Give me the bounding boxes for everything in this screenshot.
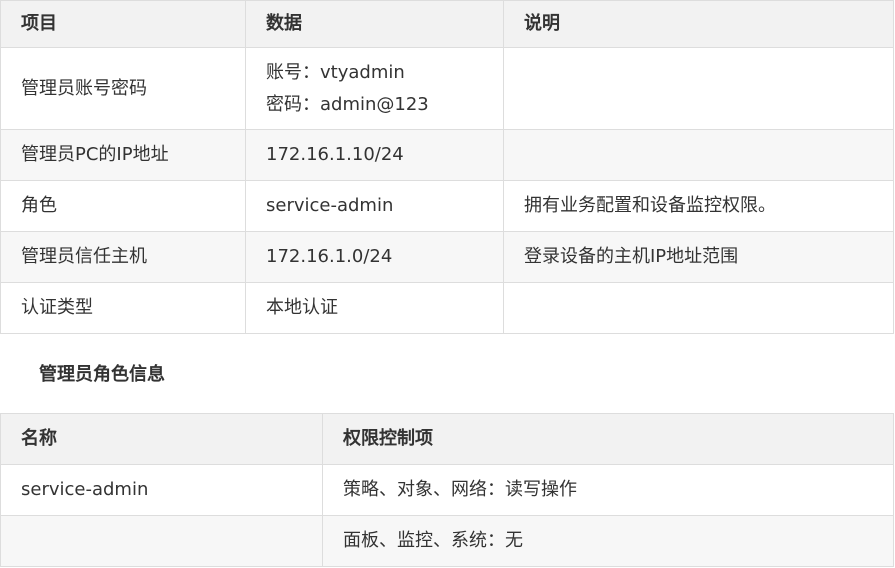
permission-cell: 面板、监控、系统：无 <box>322 515 894 567</box>
row-data-cell: service-admin <box>245 180 504 232</box>
table-header-row: 名称 权限控制项 <box>0 413 894 465</box>
row-item-cell: 管理员账号密码 <box>0 47 246 130</box>
table-row: 管理员信任主机 172.16.1.0/24 登录设备的主机IP地址范围 <box>0 231 894 283</box>
column-header-item: 项目 <box>0 0 246 48</box>
row-item-cell: 角色 <box>0 180 246 232</box>
table-row: 认证类型 本地认证 <box>0 282 894 334</box>
column-header-data: 数据 <box>245 0 504 48</box>
table-row: 面板、监控、系统：无 <box>0 515 894 567</box>
password-line: 密码：admin@123 <box>266 93 429 115</box>
table-row: 角色 service-admin 拥有业务配置和设备监控权限。 <box>0 180 894 232</box>
admin-info-table: 项目 数据 说明 管理员账号密码 账号：vtyadmin 密码：admin@12… <box>0 0 894 334</box>
permission-cell: 策略、对象、网络：读写操作 <box>322 464 894 516</box>
row-note-cell: 拥有业务配置和设备监控权限。 <box>503 180 894 232</box>
table-row: service-admin 策略、对象、网络：读写操作 <box>0 464 894 516</box>
column-header-permission: 权限控制项 <box>322 413 894 465</box>
row-note-cell <box>503 129 894 181</box>
row-data-cell: 172.16.1.0/24 <box>245 231 504 283</box>
role-name-cell <box>0 515 323 567</box>
role-info-table: 名称 权限控制项 service-admin 策略、对象、网络：读写操作 面板、… <box>0 413 894 567</box>
table-row: 管理员账号密码 账号：vtyadmin 密码：admin@123 <box>0 47 894 130</box>
table-row: 管理员PC的IP地址 172.16.1.10/24 <box>0 129 894 181</box>
table-header-row: 项目 数据 说明 <box>0 0 894 48</box>
role-name-cell: service-admin <box>0 464 323 516</box>
row-item-cell: 管理员PC的IP地址 <box>0 129 246 181</box>
account-line: 账号：vtyadmin <box>266 61 405 83</box>
column-header-name: 名称 <box>0 413 323 465</box>
row-item-cell: 管理员信任主机 <box>0 231 246 283</box>
row-item-cell: 认证类型 <box>0 282 246 334</box>
row-note-cell <box>503 47 894 130</box>
row-data-cell: 172.16.1.10/24 <box>245 129 504 181</box>
row-data-cell: 本地认证 <box>245 282 504 334</box>
column-header-note: 说明 <box>503 0 894 48</box>
row-note-cell: 登录设备的主机IP地址范围 <box>503 231 894 283</box>
row-note-cell <box>503 282 894 334</box>
row-data-cell: 账号：vtyadmin 密码：admin@123 <box>245 47 504 130</box>
section-heading: 管理员角色信息 <box>39 364 165 385</box>
